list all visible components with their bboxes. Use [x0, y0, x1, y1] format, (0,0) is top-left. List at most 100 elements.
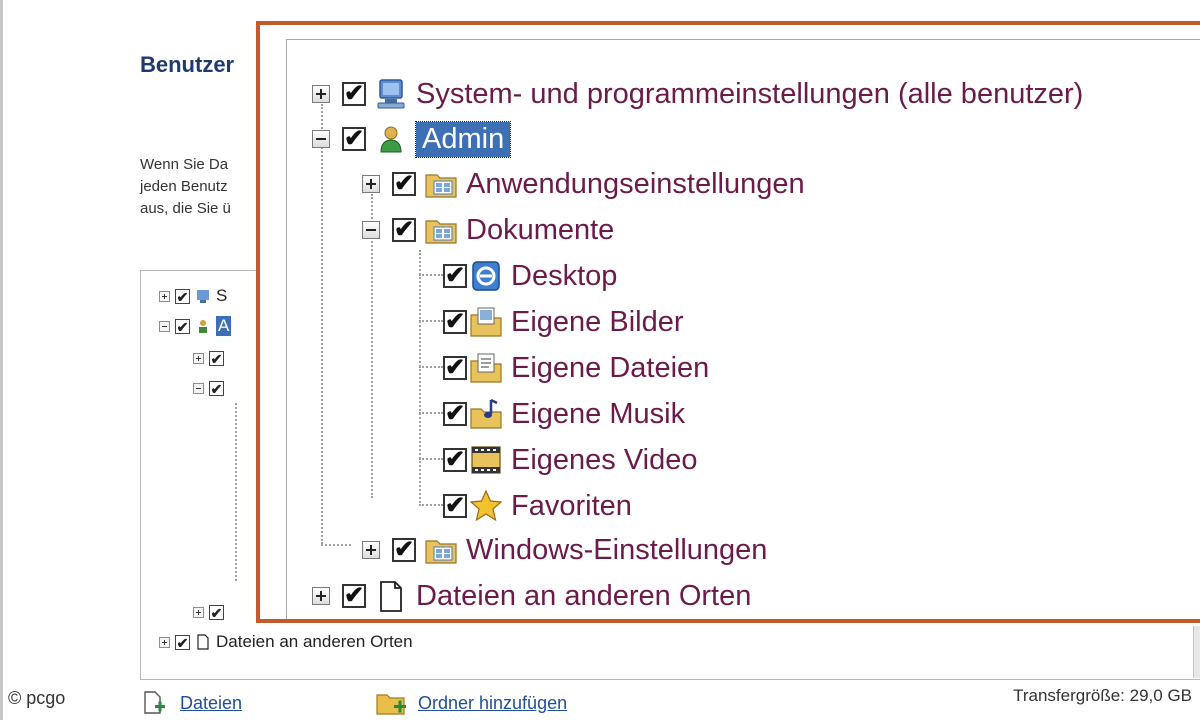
tree-item-label: Favoriten — [511, 489, 632, 522]
tree-row-admin[interactable]: ✔ A — [159, 315, 232, 337]
tree-item-application-settings[interactable]: ✔ Anwendungseinstellungen — [362, 164, 805, 204]
checkbox[interactable]: ✔ — [175, 634, 190, 650]
tree-item-label: Anwendungseinstellungen — [466, 167, 805, 200]
expand-icon[interactable] — [362, 541, 380, 559]
collapse-icon[interactable] — [312, 130, 330, 148]
tree-item-documents[interactable]: ✔ Dokumente — [362, 210, 614, 250]
files-label: Dateien — [180, 692, 243, 713]
checkbox[interactable]: ✔ — [443, 264, 467, 288]
tree-guide-line — [419, 458, 443, 460]
tree-row-label: Dateien an anderen Orten — [216, 632, 413, 651]
tree-row-label: S — [216, 286, 228, 305]
description-text: Wenn Sie Da jeden Benutz aus, die Sie ü — [140, 156, 231, 217]
checkbox[interactable]: ✔ — [392, 218, 416, 242]
zoomed-tree-callout: ✔ System- und programmeinstellungen (all… — [256, 21, 1200, 623]
folder-icon — [425, 220, 457, 244]
checkbox[interactable]: ✔ — [342, 584, 366, 608]
tree-item-label: System- und programmeinstellungen (alle … — [416, 77, 1084, 110]
checkbox[interactable]: ✔ — [443, 448, 467, 472]
add-file-icon — [144, 691, 165, 714]
watermark: © pcgo — [8, 688, 66, 708]
files-button[interactable]: Dateien — [142, 690, 242, 716]
transfer-size-status: Transfergröße: 29,0 GB — [1013, 686, 1192, 705]
tree-guide-line — [419, 320, 443, 322]
page-title: Benutzer — [140, 52, 235, 77]
music-icon — [470, 398, 502, 429]
tree-item-label: Desktop — [511, 259, 618, 292]
tree-row[interactable]: ✔ — [193, 377, 230, 399]
tree-item-label: Dokumente — [466, 213, 615, 246]
documents-icon — [470, 353, 502, 383]
checkbox[interactable]: ✔ — [392, 538, 416, 562]
favorites-star-icon — [469, 489, 503, 522]
tree-item-windows-settings[interactable]: ✔ Windows-Einstellungen — [362, 530, 767, 570]
tree-guide-line — [419, 250, 421, 506]
transfer-wizard-page: Benutzer Wenn Sie Da jeden Benutz aus, d… — [0, 0, 1200, 720]
checkbox[interactable]: ✔ — [443, 310, 467, 334]
checkbox[interactable]: ✔ — [342, 82, 366, 106]
file-icon — [197, 634, 209, 650]
expand-icon[interactable] — [362, 175, 380, 193]
add-folder-label: Ordner hinzufügen — [418, 692, 568, 713]
pictures-icon — [470, 307, 502, 337]
tree-item-desktop[interactable]: ✔ Desktop — [443, 256, 617, 296]
checkbox[interactable]: ✔ — [443, 494, 467, 518]
tree-row-other-locations[interactable]: ✔ Dateien an anderen Orten — [159, 631, 413, 653]
expand-icon[interactable] — [312, 587, 330, 605]
checkbox[interactable]: ✔ — [209, 380, 224, 396]
tree-guide-line — [419, 412, 443, 414]
tree-guide-line — [321, 544, 351, 546]
checkbox[interactable]: ✔ — [209, 350, 224, 366]
tree-item-label: Dateien an anderen Orten — [416, 579, 752, 612]
checkbox[interactable]: ✔ — [443, 356, 467, 380]
tree-item-pictures[interactable]: ✔ Eigene Bilder — [443, 302, 684, 342]
tree-item-label: Eigene Bilder — [511, 305, 684, 338]
window-edge — [0, 0, 3, 720]
tree-guide-line — [419, 274, 443, 276]
folder-icon — [425, 174, 457, 198]
checkbox[interactable]: ✔ — [392, 172, 416, 196]
tree-item-label: Admin — [414, 120, 512, 158]
tree-guide-line — [419, 366, 443, 368]
add-folder-button[interactable]: Ordner hinzufügen — [376, 690, 567, 716]
checkbox[interactable]: ✔ — [342, 127, 366, 151]
tree-item-label: Eigene Musik — [511, 397, 686, 430]
user-icon — [199, 320, 207, 333]
folder-icon — [425, 540, 457, 564]
tree-row-label: A — [216, 316, 232, 336]
collapse-icon[interactable] — [362, 221, 380, 239]
tree-item-my-files[interactable]: ✔ Eigene Dateien — [443, 348, 709, 388]
tree-row[interactable]: ✔ — [193, 601, 230, 623]
checkbox[interactable]: ✔ — [209, 604, 224, 620]
tree-item-other-locations[interactable]: ✔ Dateien an anderen Orten — [312, 576, 751, 616]
tree-row[interactable]: ✔ — [193, 347, 230, 369]
collapse-icon[interactable] — [159, 320, 170, 332]
scrollbar[interactable] — [1193, 626, 1200, 678]
tree-item-label: Eigene Dateien — [511, 351, 710, 384]
checkbox[interactable]: ✔ — [175, 318, 190, 334]
collapse-icon[interactable] — [193, 382, 204, 394]
desktop-icon — [472, 261, 500, 291]
file-icon — [380, 581, 402, 612]
tree-item-system-settings[interactable]: ✔ System- und programmeinstellungen (all… — [312, 74, 1083, 114]
tree-item-admin[interactable]: ✔ Admin — [312, 119, 512, 159]
tree-item-label: Eigenes Video — [511, 443, 698, 476]
checkbox[interactable]: ✔ — [443, 402, 467, 426]
tree-guide-line — [321, 104, 323, 544]
expand-icon[interactable] — [312, 85, 330, 103]
expand-icon[interactable] — [193, 606, 204, 618]
video-icon — [471, 446, 501, 474]
user-icon — [380, 126, 402, 153]
tree-guide-line — [419, 504, 443, 506]
tree-view[interactable]: ✔ System- und programmeinstellungen (all… — [286, 39, 1200, 619]
expand-icon[interactable] — [193, 352, 204, 364]
tree-item-music[interactable]: ✔ Eigene Musik — [443, 394, 685, 434]
tree-row-system[interactable]: ✔ S — [159, 285, 227, 307]
expand-icon[interactable] — [159, 290, 170, 302]
checkbox[interactable]: ✔ — [175, 288, 190, 304]
system-settings-icon — [377, 79, 405, 109]
tree-item-video[interactable]: ✔ Eigenes Video — [443, 440, 698, 480]
tree-item-favorites[interactable]: ✔ Favoriten — [443, 486, 632, 526]
add-folder-icon — [376, 694, 406, 715]
expand-icon[interactable] — [159, 636, 170, 648]
